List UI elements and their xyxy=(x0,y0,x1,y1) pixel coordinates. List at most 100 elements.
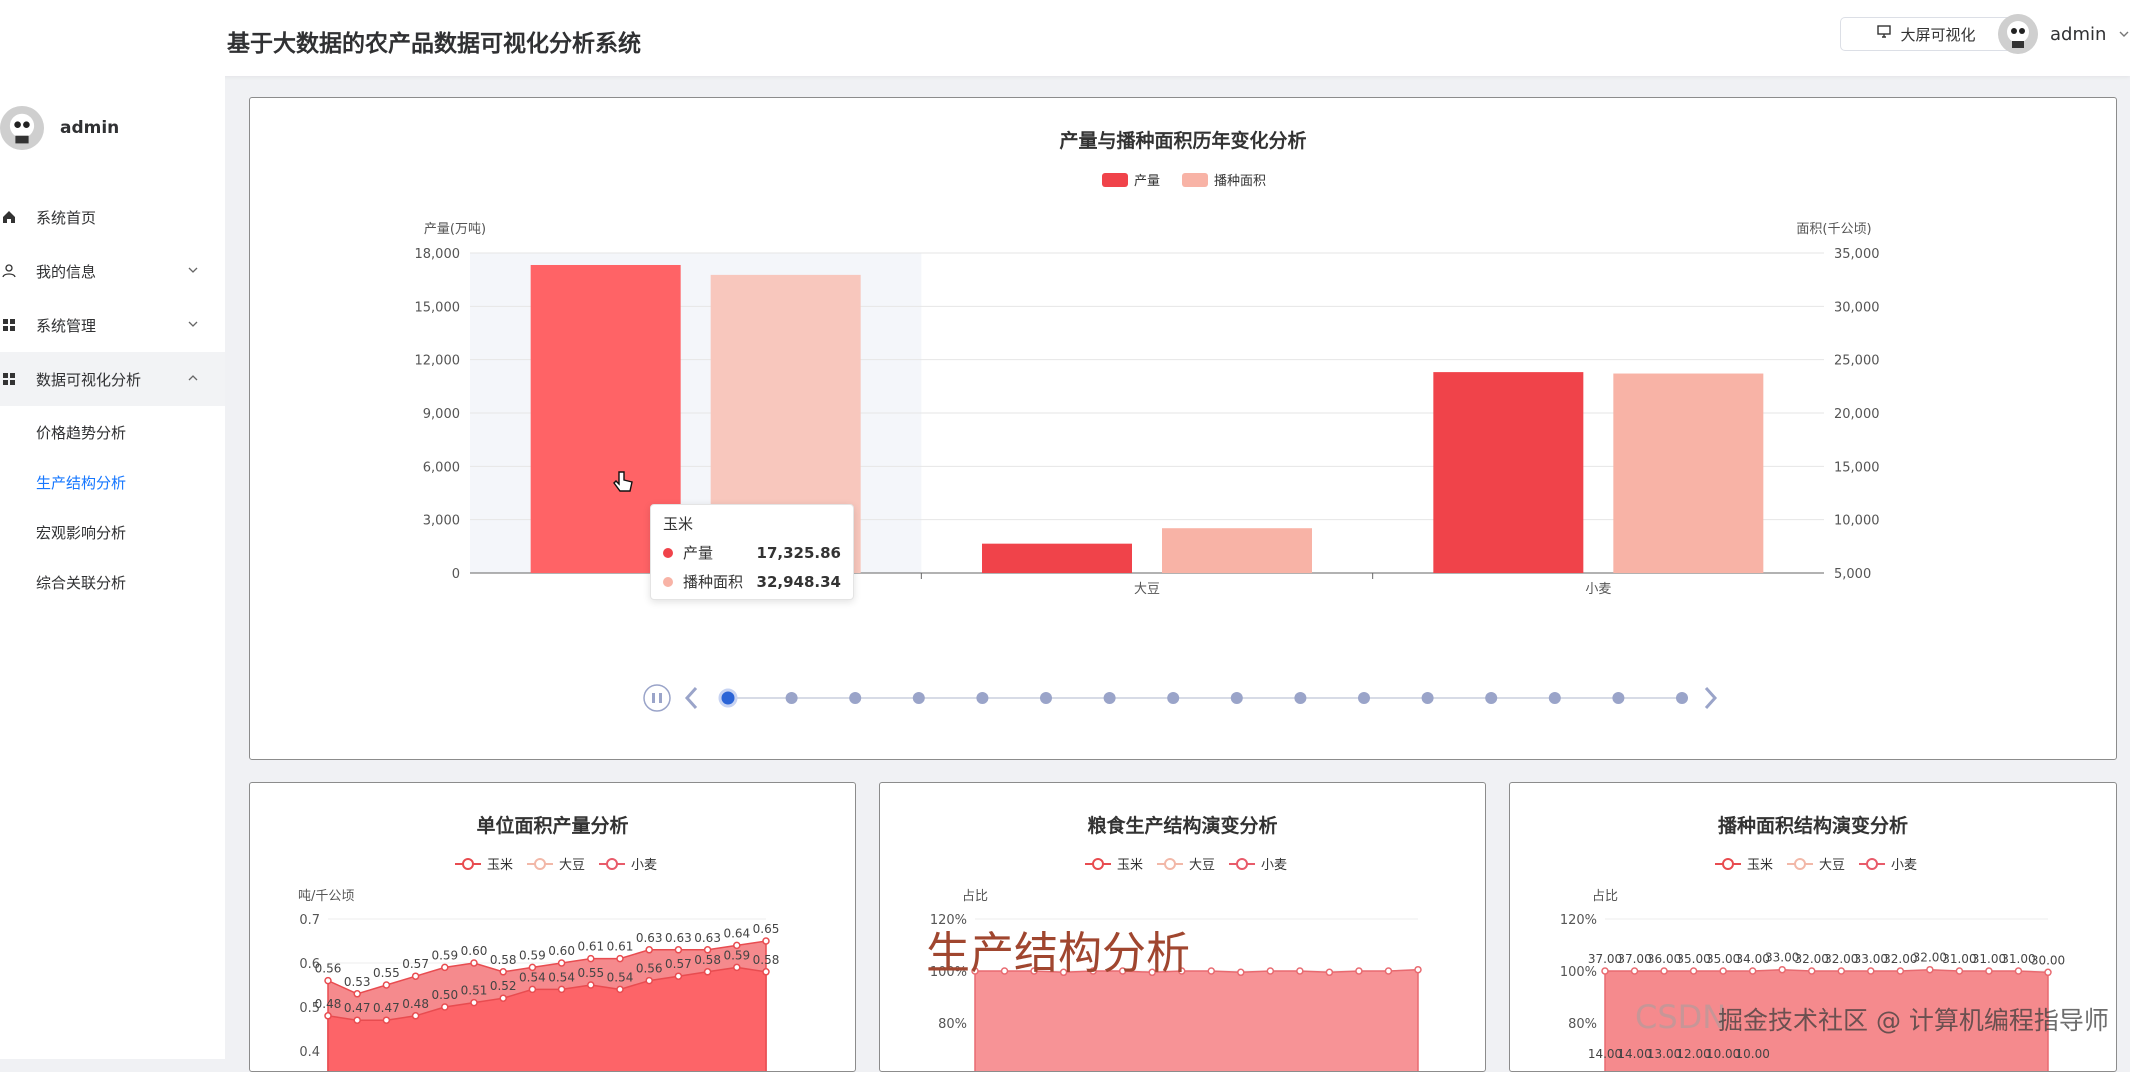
y-tick-label: 0.4 xyxy=(299,1045,320,1060)
data-point xyxy=(1807,967,1816,975)
tooltip-series: 产量 xyxy=(683,544,714,562)
data-label: 0.55 xyxy=(373,966,400,980)
data-point xyxy=(324,1012,332,1020)
timeline-point xyxy=(1676,692,1688,704)
data-label: 0.59 xyxy=(723,948,750,962)
data-label: 0.47 xyxy=(344,1001,371,1015)
sidebar-item-myinfo[interactable]: 我的信息 xyxy=(0,244,225,298)
data-point xyxy=(1985,967,1993,975)
y-tick-label: 120% xyxy=(1560,913,1597,928)
legend-label: 小麦 xyxy=(1261,858,1287,873)
panel-production-area: 产量与播种面积历年变化分析 产量 播种面积 0 3,000 6,000 9,000 12… xyxy=(249,97,2117,760)
legend-marker xyxy=(606,858,618,870)
timeline-point xyxy=(849,692,862,704)
chevron-down-icon xyxy=(185,316,201,332)
y-tick-label: 0 xyxy=(452,567,460,582)
data-label: 0.60 xyxy=(548,944,575,958)
data-label: 0.63 xyxy=(636,931,663,945)
data-point xyxy=(1414,965,1422,974)
legend-label: 大豆 xyxy=(1819,858,1845,873)
area-chart: 玉米 大豆 小麦吨/千公顷0.40.50.60.70.560.530.550.570… xyxy=(298,858,780,1071)
legend-marker xyxy=(462,858,474,870)
legend-label: 小麦 xyxy=(631,858,657,873)
data-point xyxy=(411,972,420,980)
data-label: 0.60 xyxy=(461,944,488,958)
data-label: 0.54 xyxy=(519,970,546,984)
sidebar-subitem-correlation[interactable]: 综合关联分析 xyxy=(36,572,126,593)
data-point xyxy=(1778,965,1786,974)
data-point xyxy=(499,994,507,1002)
sidebar-subitem-production[interactable]: 生产结构分析 xyxy=(36,472,126,493)
legend-marker xyxy=(1164,858,1176,870)
panel-yield-per-area: 单位面积产量分析 玉米 大豆 小麦 吨/千公顷 0.4 0.5 0.6 0.7 0.56 0.53… xyxy=(249,782,856,1072)
y-tick-label: 0.7 xyxy=(299,913,320,928)
sidebar-item-label: 系统管理 xyxy=(36,316,97,335)
data-label: 0.64 xyxy=(723,926,750,940)
prev-icon xyxy=(684,686,698,710)
legend-marker xyxy=(1092,858,1104,870)
sidebar-profile: admin xyxy=(0,106,119,150)
data-point xyxy=(2014,967,2023,975)
y-axis-label: 占比 xyxy=(962,889,988,904)
sidebar-item-home[interactable]: 系统首页 xyxy=(0,190,225,244)
data-label: 0.57 xyxy=(665,957,692,971)
data-label: 0.59 xyxy=(431,948,458,962)
y2-tick-label: 5,000 xyxy=(1834,567,1871,582)
data-point xyxy=(353,990,361,998)
data-point xyxy=(1837,967,1846,975)
data-point xyxy=(382,981,391,989)
data-point xyxy=(1325,968,1334,977)
avatar xyxy=(0,106,44,150)
data-label: 0.58 xyxy=(753,953,780,967)
pause-icon xyxy=(659,693,662,703)
data-point xyxy=(645,976,653,985)
data-point xyxy=(587,981,595,989)
bar-产量 xyxy=(982,543,1132,573)
bar-播种面积 xyxy=(1162,528,1312,573)
bar-播种面积 xyxy=(1613,373,1764,573)
data-label: 0.61 xyxy=(577,940,604,954)
data-point xyxy=(1355,967,1363,975)
bigscreen-button[interactable]: 大屏可视化 xyxy=(1840,17,2012,51)
user-menu[interactable]: admin xyxy=(1998,14,2130,54)
data-point xyxy=(616,985,624,994)
header-username: admin xyxy=(2050,23,2107,45)
timeline-point xyxy=(1103,692,1116,704)
data-point xyxy=(1296,967,1304,975)
data-label: 0.56 xyxy=(636,962,663,976)
top-header: 基于大数据的农产品数据可视化分析系统 大屏可视化 admin xyxy=(0,0,2130,76)
y-tick-label: 12,000 xyxy=(415,354,461,369)
sidebar-username: admin xyxy=(60,118,120,138)
sidebar-item-system[interactable]: 系统管理 xyxy=(0,298,225,352)
data-point xyxy=(470,959,478,967)
app-title: 基于大数据的农产品数据可视化分析系统 xyxy=(227,31,641,57)
timeline-point xyxy=(1040,692,1052,704)
x-tick-label: 大豆 xyxy=(1134,582,1160,597)
chart-tooltip: 玉米 产量 17,325.86 播种面积 32,948.34 xyxy=(650,504,854,600)
timeline-point xyxy=(1230,692,1243,704)
y-tick-label: 3,000 xyxy=(423,514,460,529)
legend-label: 玉米 xyxy=(1117,858,1143,873)
data-point xyxy=(441,963,449,972)
legend-label: 玉米 xyxy=(487,858,513,873)
data-label: 0.54 xyxy=(607,970,634,984)
data-label: 0.53 xyxy=(344,975,371,989)
data-point xyxy=(1601,967,1609,975)
data-point xyxy=(382,1016,391,1024)
y-tick-label: 18,000 xyxy=(415,247,461,262)
sidebar-subitem-macro[interactable]: 宏观影响分析 xyxy=(36,522,126,543)
data-point xyxy=(703,968,712,976)
legend-marker xyxy=(1722,858,1734,870)
y2-tick-label: 20,000 xyxy=(1834,407,1880,422)
data-point xyxy=(1660,967,1668,975)
sidebar-item-visualization[interactable]: 数据可视化分析 xyxy=(0,352,225,406)
y-tick-label: 80% xyxy=(1568,1017,1597,1032)
next-icon xyxy=(1704,686,1718,710)
data-label: 0.47 xyxy=(373,1001,400,1015)
sidebar-subitem-price[interactable]: 价格趋势分析 xyxy=(36,422,126,443)
pause-icon xyxy=(652,693,655,703)
bar-chart: 0 3,000 6,000 9,000 12,000 15,000 18,000 5,000 1… xyxy=(415,222,1880,712)
tooltip-series: 播种面积 xyxy=(683,573,744,591)
data-label: 0.52 xyxy=(490,979,517,993)
avatar xyxy=(1998,14,2038,54)
